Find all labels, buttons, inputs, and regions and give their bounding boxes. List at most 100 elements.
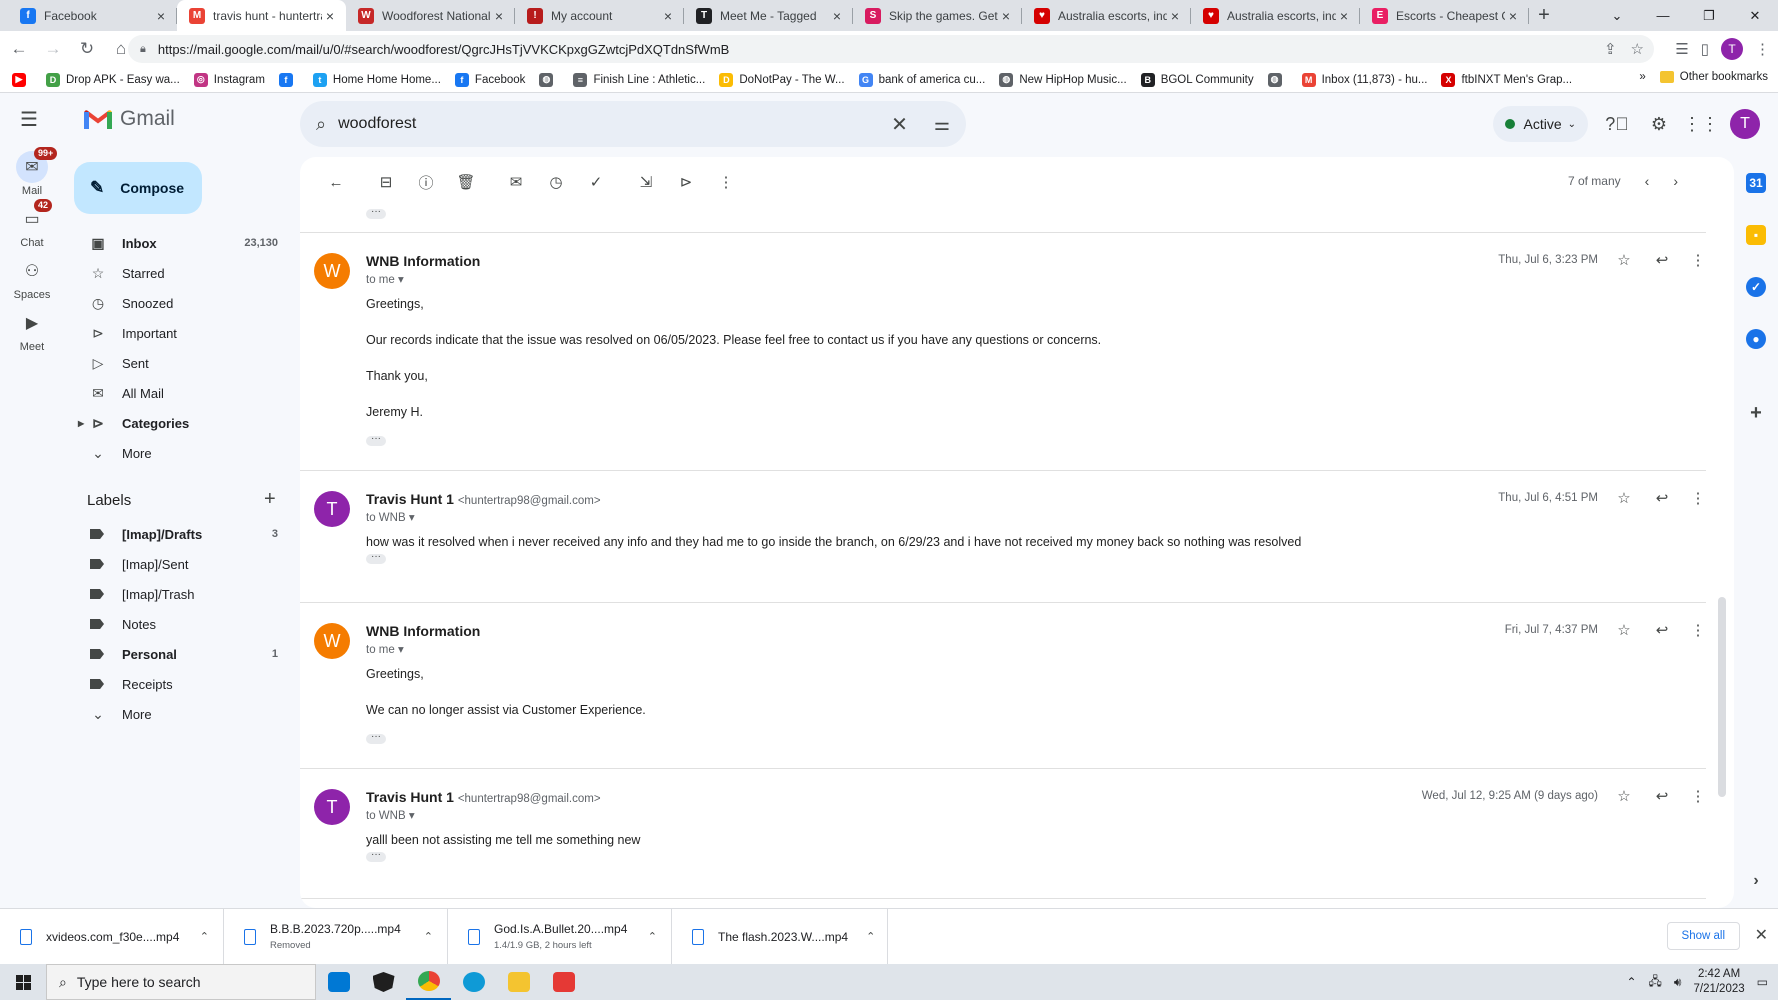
show-trimmed-icon[interactable]: ··· — [366, 207, 386, 219]
nav-item-snoozed[interactable]: ◷ Snoozed — [64, 288, 290, 318]
reply-icon[interactable]: ↩ — [1652, 621, 1672, 639]
more-actions-icon[interactable]: ⋮ — [706, 166, 746, 198]
hide-panel-icon[interactable]: › — [1746, 871, 1766, 891]
label-item[interactable]: [Imap]/Trash — [64, 579, 290, 609]
reply-icon[interactable]: ↩ — [1652, 787, 1672, 805]
nav-item-starred[interactable]: ☆ Starred — [64, 258, 290, 288]
star-icon[interactable]: ☆ — [1614, 489, 1634, 507]
new-tab-button[interactable]: + — [1529, 0, 1559, 31]
mail-app-icon[interactable] — [316, 964, 361, 1000]
security-app-icon[interactable] — [361, 964, 406, 1000]
back-to-search-icon[interactable]: ← — [316, 166, 356, 198]
browser-tab[interactable]: Mtravis hunt - huntertra × — [177, 0, 346, 31]
sender-avatar[interactable]: W — [314, 623, 350, 659]
snooze-icon[interactable]: ◷ — [536, 166, 576, 198]
close-tab-icon[interactable]: × — [1167, 8, 1183, 24]
get-addons-icon[interactable]: + — [1746, 402, 1766, 424]
bookmark-item[interactable]: B BGOL Community — [1140, 72, 1254, 87]
label-item[interactable]: [Imap]/Sent — [64, 549, 290, 579]
reply-icon[interactable]: ↩ — [1652, 489, 1672, 507]
keep-icon[interactable]: ▪ — [1746, 225, 1766, 245]
reading-list-icon[interactable]: ☰ — [1675, 40, 1688, 58]
show-all-downloads-button[interactable]: Show all — [1666, 922, 1740, 950]
nav-item-more[interactable]: ⌄ More — [64, 438, 290, 468]
close-tab-icon[interactable]: × — [660, 8, 676, 24]
close-tab-icon[interactable]: × — [491, 8, 507, 24]
newer-icon[interactable]: ‹ — [1645, 173, 1650, 189]
sender-avatar[interactable]: T — [314, 491, 350, 527]
close-tab-icon[interactable]: × — [322, 8, 338, 24]
close-tab-icon[interactable]: × — [1336, 8, 1352, 24]
address-bar[interactable]: 🔒︎ https://mail.google.com/mail/u/0/#sea… — [128, 35, 1654, 63]
close-window-button[interactable]: ✕ — [1732, 0, 1778, 31]
message-more-icon[interactable]: ⋮ — [1688, 251, 1708, 269]
message-more-icon[interactable]: ⋮ — [1688, 787, 1708, 805]
bookmark-item[interactable]: f Facebook — [454, 72, 525, 87]
recipient-details[interactable]: to me ▾ — [366, 642, 404, 656]
message-more-icon[interactable]: ⋮ — [1688, 489, 1708, 507]
close-tab-icon[interactable]: × — [998, 8, 1014, 24]
clear-search-icon[interactable]: ✕ — [891, 112, 908, 137]
rail-chat[interactable]: ▭ 42 Chat — [0, 199, 64, 249]
search-icon[interactable]: ⌕ — [316, 114, 326, 135]
rail-mail[interactable]: ✉ 99+ Mail — [0, 147, 64, 197]
gmail-logo[interactable]: Gmail — [84, 107, 175, 131]
volume-icon[interactable]: 🔊︎ — [1674, 975, 1682, 990]
help-icon[interactable]: ?⃝ — [1604, 111, 1630, 137]
show-trimmed-icon[interactable]: ··· — [366, 850, 386, 862]
chrome-app-icon[interactable] — [406, 964, 451, 1000]
search-input[interactable]: woodforest — [338, 115, 891, 133]
app-icon[interactable] — [541, 964, 586, 1000]
minimize-button[interactable]: — — [1640, 0, 1686, 31]
sender-name[interactable]: Travis Hunt 1 <huntertrap98@gmail.com> — [366, 789, 601, 805]
settings-gear-icon[interactable]: ⚙ — [1646, 111, 1672, 137]
clock[interactable]: 2:42 AM 7/21/2023 — [1693, 967, 1744, 997]
download-menu-chevron-icon[interactable]: ⌃ — [200, 930, 209, 943]
download-item[interactable]: The flash.2023.W....mp4 ⌃ — [672, 908, 888, 965]
expand-caret-icon[interactable]: ▶ — [78, 419, 84, 428]
report-spam-icon[interactable]: ⓘ — [406, 166, 446, 198]
download-menu-chevron-icon[interactable]: ⌃ — [648, 930, 657, 943]
show-trimmed-icon[interactable]: ··· — [366, 434, 386, 446]
recipient-details[interactable]: to WNB ▾ — [366, 510, 415, 524]
browser-tab[interactable]: ! My account × — [515, 0, 684, 31]
message-more-icon[interactable]: ⋮ — [1688, 621, 1708, 639]
download-item[interactable]: God.Is.A.Bullet.20....mp4 1.4/1.9 GB, 2 h… — [448, 908, 672, 965]
older-icon[interactable]: › — [1673, 173, 1678, 189]
reply-icon[interactable]: ↩ — [1652, 251, 1672, 269]
file-explorer-icon[interactable] — [496, 964, 541, 1000]
download-item[interactable]: xvideos.com_f30e....mp4 ⌃ — [0, 908, 224, 965]
apps-grid-icon[interactable]: ⋮⋮ — [1683, 111, 1719, 137]
move-to-icon[interactable]: ⇲ — [626, 166, 666, 198]
star-icon[interactable]: ☆ — [1614, 251, 1634, 269]
browser-menu-icon[interactable]: ⋮ — [1755, 40, 1770, 58]
status-selector[interactable]: Active ⌄ — [1493, 106, 1588, 142]
star-icon[interactable]: ☆ — [1614, 621, 1634, 639]
close-tab-icon[interactable]: × — [1505, 8, 1521, 24]
browser-tab[interactable]: E Escorts - Cheapest GF× — [1360, 0, 1529, 31]
recipient-details[interactable]: to me ▾ — [366, 272, 404, 286]
browser-tab[interactable]: S Skip the games. Get S × — [853, 0, 1022, 31]
nav-item-categories[interactable]: ▶ ⊳ Categories — [64, 408, 290, 438]
side-panel-icon[interactable]: ▯ — [1701, 40, 1709, 58]
label-item[interactable]: Notes — [64, 609, 290, 639]
lock-icon[interactable]: 🔒︎ — [140, 43, 146, 56]
close-tab-icon[interactable]: × — [829, 8, 845, 24]
edge-app-icon[interactable] — [451, 964, 496, 1000]
more-bookmarks-icon[interactable]: » — [1639, 71, 1645, 83]
sender-name[interactable]: WNB Information — [366, 623, 480, 639]
restore-button[interactable]: ❐ — [1686, 0, 1732, 31]
notifications-icon[interactable]: ▭ — [1757, 975, 1768, 989]
calendar-icon[interactable]: 31 — [1746, 173, 1766, 193]
scrollbar[interactable] — [1718, 597, 1726, 797]
label-item[interactable]: Personal 1 — [64, 639, 290, 669]
nav-item-sent[interactable]: ▷ Sent — [64, 348, 290, 378]
compose-button[interactable]: ✎ Compose — [74, 162, 202, 214]
other-bookmarks[interactable]: Other bookmarks — [1659, 71, 1768, 83]
browser-tab[interactable]: T Meet Me - Tagged × — [684, 0, 853, 31]
label-item[interactable]: Receipts — [64, 669, 290, 699]
download-menu-chevron-icon[interactable]: ⌃ — [424, 930, 433, 943]
tray-chevron-icon[interactable]: ⌃ — [1626, 975, 1636, 989]
browser-tab[interactable]: ♥ Australia escorts, indi × — [1191, 0, 1360, 31]
contacts-icon[interactable]: ● — [1746, 329, 1766, 349]
